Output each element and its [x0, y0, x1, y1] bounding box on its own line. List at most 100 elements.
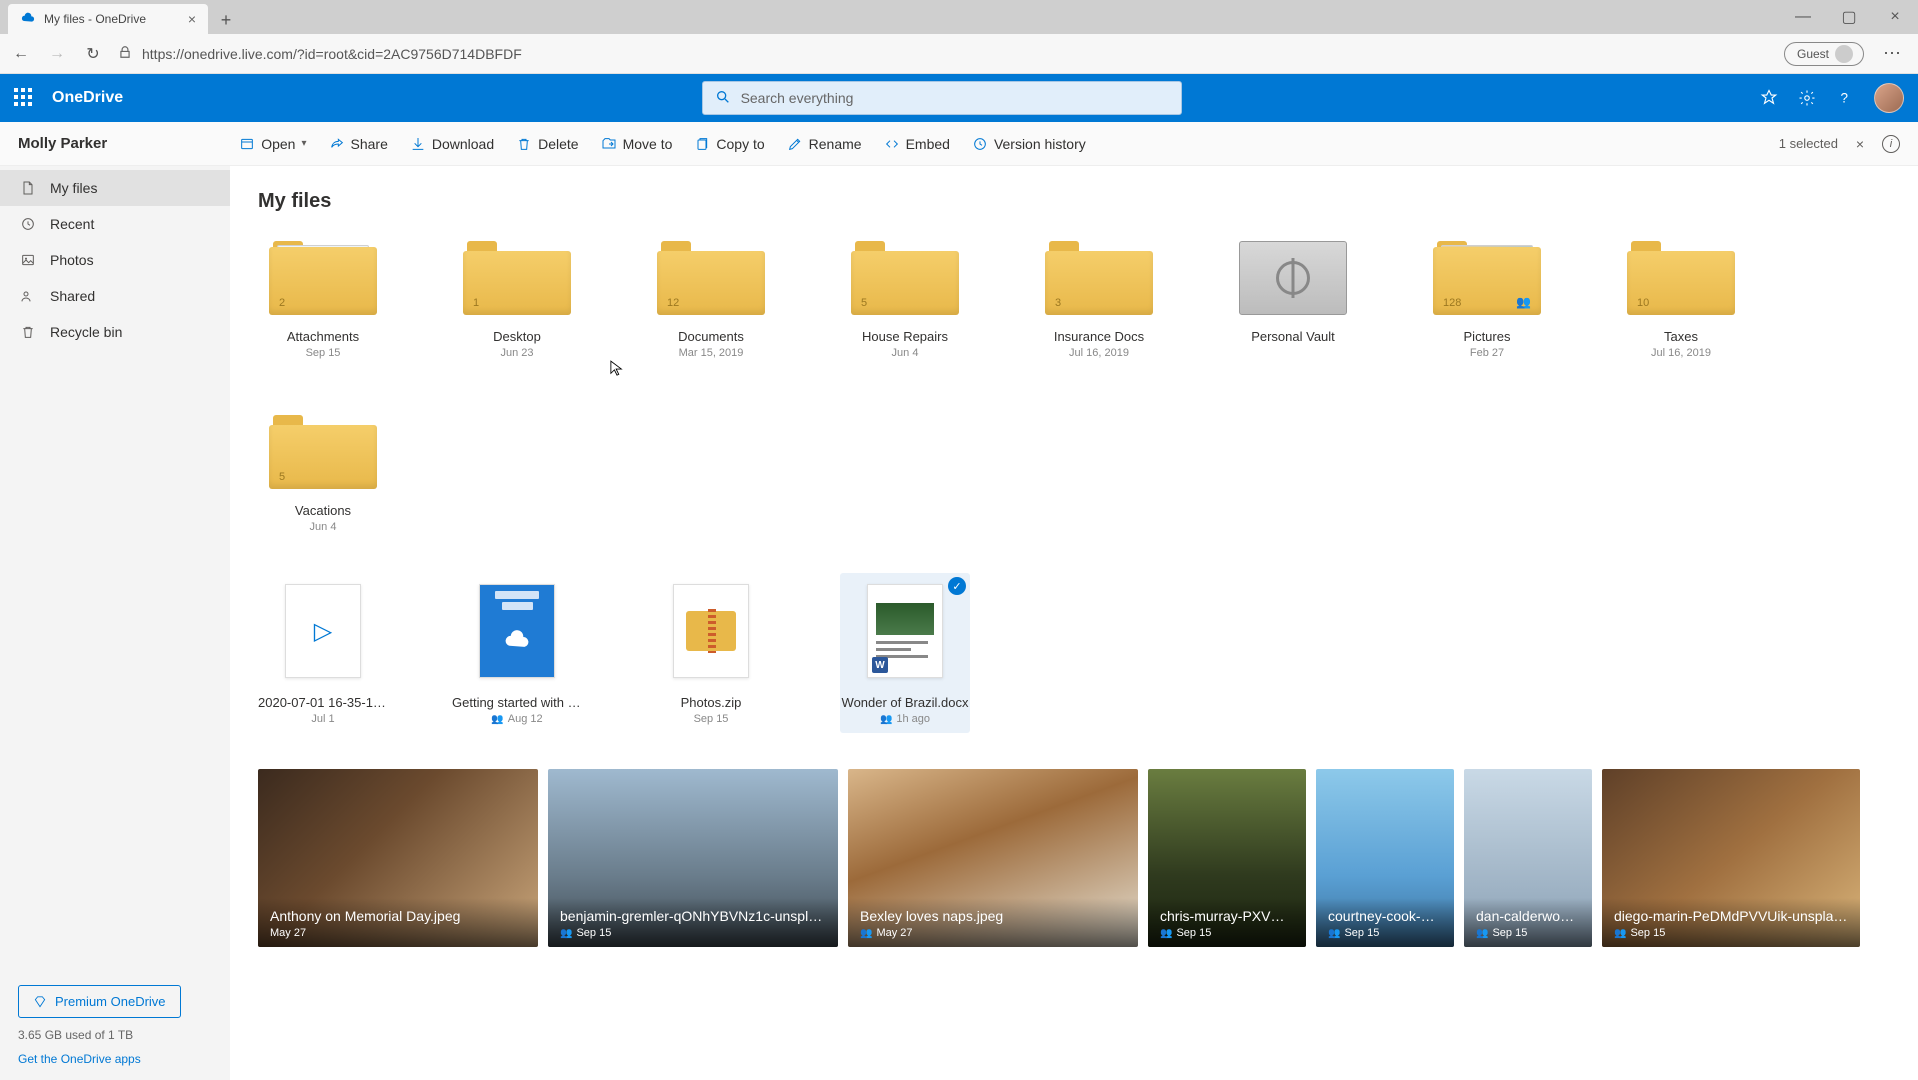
- window-close-button[interactable]: ×: [1872, 0, 1918, 34]
- item-name: 2020-07-01 16-35-10.m…: [258, 695, 388, 710]
- folder-item[interactable]: 2AttachmentsSep 15: [258, 241, 388, 359]
- photo-meta: 👥Sep 15: [1476, 927, 1580, 939]
- photo-name: diego-marin-PeDMdPVVUik-unsplas…: [1614, 908, 1848, 924]
- folder-icon: 10: [1627, 241, 1735, 315]
- photo-meta: 👥Sep 15: [560, 927, 826, 939]
- photo-name: courtney-cook-…: [1328, 908, 1442, 924]
- item-name: Desktop: [452, 329, 582, 344]
- shared-icon: [20, 288, 36, 304]
- photo-name: Bexley loves naps.jpeg: [860, 908, 1126, 924]
- folder-item[interactable]: 3 Insurance Docs Jul 16, 2019: [1034, 241, 1164, 359]
- embed-button[interactable]: Embed: [884, 136, 950, 152]
- settings-icon[interactable]: [1798, 89, 1816, 107]
- onedrive-favicon: [20, 11, 36, 27]
- download-button[interactable]: Download: [410, 136, 494, 152]
- share-button[interactable]: Share: [329, 136, 388, 152]
- guest-profile-button[interactable]: Guest: [1784, 42, 1864, 66]
- item-name: Taxes: [1616, 329, 1746, 344]
- folder-count: 5: [861, 297, 867, 309]
- search-input[interactable]: Search everything: [702, 81, 1182, 115]
- shared-icon: 👥: [880, 714, 892, 725]
- photo-item[interactable]: benjamin-gremler-qONhYBVNz1c-unspla…👥Sep…: [548, 769, 838, 947]
- folder-item[interactable]: 128👥PicturesFeb 27: [1422, 241, 1552, 359]
- item-name: Pictures: [1422, 329, 1552, 344]
- photo-row: Anthony on Memorial Day.jpegMay 27benjam…: [258, 769, 1890, 951]
- folders-grid: 2AttachmentsSep 15 1 Desktop Jun 23 12 Docume…: [258, 241, 1890, 533]
- photo-meta: May 27: [270, 927, 526, 939]
- nav-photos[interactable]: Photos: [0, 242, 230, 278]
- copy-to-button[interactable]: Copy to: [694, 136, 764, 152]
- open-button[interactable]: Open ▾: [239, 136, 306, 152]
- folder-icon: 1: [463, 241, 571, 315]
- item-meta: Jun 23: [500, 347, 533, 359]
- move-to-button[interactable]: Move to: [601, 136, 673, 152]
- photo-item[interactable]: Bexley loves naps.jpeg👥May 27: [848, 769, 1138, 947]
- file-item[interactable]: Getting started with On…👥Aug 12: [452, 581, 582, 725]
- version-history-button[interactable]: Version history: [972, 136, 1086, 152]
- nav-recent[interactable]: Recent: [0, 206, 230, 242]
- photo-item[interactable]: diego-marin-PeDMdPVVUik-unsplas…👥Sep 15: [1602, 769, 1860, 947]
- nav-recycle-bin[interactable]: Recycle bin: [0, 314, 230, 350]
- browser-tab[interactable]: My files - OneDrive ×: [8, 4, 208, 34]
- nav-forward-button[interactable]: →: [46, 43, 68, 65]
- folder-icon: 3: [1045, 241, 1153, 315]
- photo-item[interactable]: Anthony on Memorial Day.jpegMay 27: [258, 769, 538, 947]
- shared-icon: 👥: [1328, 928, 1340, 939]
- folder-icon: 128👥: [1433, 241, 1541, 315]
- address-bar: ← → ↻ https://onedrive.live.com/?id=root…: [0, 34, 1918, 74]
- url-text: https://onedrive.live.com/?id=root&cid=2…: [142, 46, 522, 62]
- item-meta: Jul 16, 2019: [1069, 347, 1129, 359]
- get-apps-link[interactable]: Get the OneDrive apps: [18, 1052, 212, 1066]
- file-item[interactable]: Photos.zipSep 15: [646, 581, 776, 725]
- nav-shared[interactable]: Shared: [0, 278, 230, 314]
- details-pane-button[interactable]: i: [1882, 135, 1900, 153]
- user-avatar[interactable]: [1874, 83, 1904, 113]
- nav-my-files[interactable]: My files: [0, 170, 230, 206]
- diamond-icon: [33, 995, 47, 1009]
- folder-item[interactable]: 5VacationsJun 4: [258, 415, 388, 533]
- folder-count: 12: [667, 297, 679, 309]
- guest-label: Guest: [1797, 47, 1829, 61]
- window-minimize-button[interactable]: —: [1780, 0, 1826, 34]
- photo-item[interactable]: chris-murray-PXVQ…👥Sep 15: [1148, 769, 1306, 947]
- photo-item[interactable]: dan-calderwoo…👥Sep 15: [1464, 769, 1592, 947]
- item-name: Photos.zip: [646, 695, 776, 710]
- photos-icon: [20, 252, 36, 268]
- nav-back-button[interactable]: ←: [10, 43, 32, 65]
- photo-item[interactable]: courtney-cook-…👥Sep 15: [1316, 769, 1454, 947]
- delete-button[interactable]: Delete: [516, 136, 578, 152]
- folder-count: 128: [1443, 297, 1461, 309]
- folder-item[interactable]: Personal Vault: [1228, 241, 1358, 359]
- selection-count: 1 selected: [1779, 136, 1838, 151]
- premium-icon[interactable]: [1760, 89, 1778, 107]
- item-name: Getting started with On…: [452, 695, 582, 710]
- browser-menu-button[interactable]: ⋯: [1878, 43, 1908, 64]
- item-name: House Repairs: [840, 329, 970, 344]
- shared-icon: 👥: [860, 928, 872, 939]
- item-name: Attachments: [258, 329, 388, 344]
- folder-item[interactable]: 10TaxesJul 16, 2019: [1616, 241, 1746, 359]
- file-item[interactable]: WWonder of Brazil.docx👥1h ago: [840, 573, 970, 733]
- brand-name[interactable]: OneDrive: [52, 89, 123, 107]
- rename-button[interactable]: Rename: [787, 136, 862, 152]
- folder-item[interactable]: 1 Desktop Jun 23: [452, 241, 582, 359]
- nav-refresh-button[interactable]: ↻: [82, 43, 104, 65]
- item-name: Insurance Docs: [1034, 329, 1164, 344]
- url-area[interactable]: https://onedrive.live.com/?id=root&cid=2…: [118, 45, 1770, 62]
- new-tab-button[interactable]: +: [212, 6, 240, 34]
- folder-item[interactable]: 12DocumentsMar 15, 2019: [646, 241, 776, 359]
- tab-title: My files - OneDrive: [44, 12, 146, 26]
- window-maximize-button[interactable]: ▢: [1826, 0, 1872, 34]
- premium-button[interactable]: Premium OneDrive: [18, 985, 181, 1018]
- tab-close-icon[interactable]: ×: [188, 11, 196, 27]
- help-icon[interactable]: ?: [1836, 89, 1854, 107]
- sidebar: My files Recent Photos Shared Recycle bi…: [0, 166, 230, 1080]
- shared-icon: 👥: [491, 714, 503, 725]
- file-item[interactable]: 2020-07-01 16-35-10.m…Jul 1: [258, 581, 388, 725]
- folder-item[interactable]: 5House RepairsJun 4: [840, 241, 970, 359]
- app-launcher-icon[interactable]: [14, 88, 34, 108]
- clear-selection-button[interactable]: ×: [1852, 136, 1868, 152]
- item-name: Documents: [646, 329, 776, 344]
- folder-count: 3: [1055, 297, 1061, 309]
- folder-icon: 12: [657, 241, 765, 315]
